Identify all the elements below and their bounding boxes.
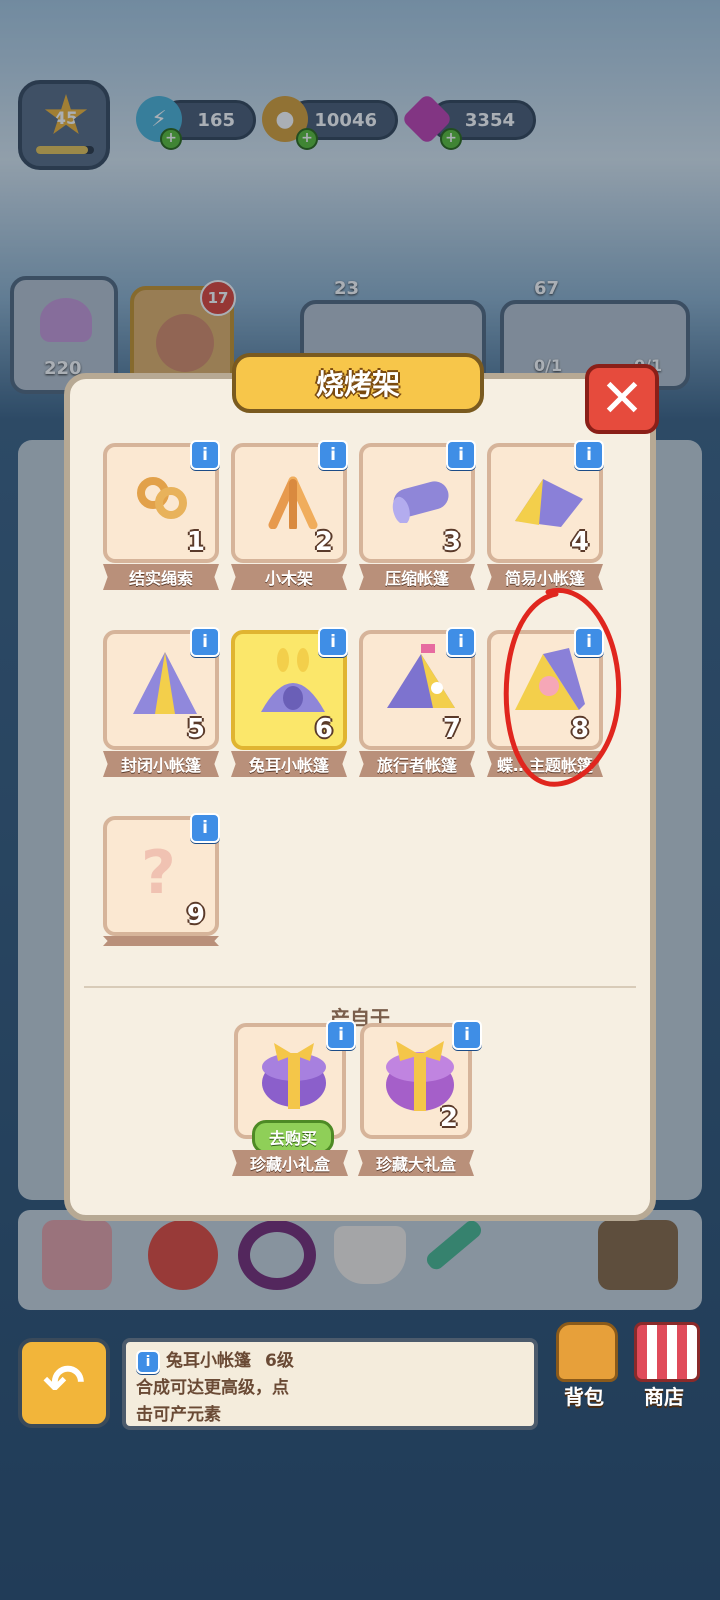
desc-line-1: 合成可达更高级，点 [136, 1378, 289, 1398]
item-name: 兔耳小帐篷 [231, 751, 347, 777]
annotation-circle [503, 587, 622, 787]
item-name [103, 936, 219, 946]
bag-label: 背包 [564, 1385, 604, 1409]
item-description-panel: i 兔耳小帐篷 6级 合成可达更高级，点 击可产元素 [122, 1338, 538, 1430]
close-icon: ✕ [600, 369, 644, 429]
tent-icon [515, 479, 583, 527]
item-level: 7 [442, 714, 461, 744]
wood-frame-icon [268, 476, 318, 529]
info-icon[interactable]: i [452, 1020, 482, 1050]
question-icon: ? [141, 838, 176, 908]
item-level: 5 [186, 714, 205, 744]
buy-button[interactable]: 去购买 [252, 1120, 334, 1154]
item-level: 4 [570, 527, 589, 557]
desc-item-name: 兔耳小帐篷 [166, 1351, 251, 1371]
info-icon[interactable]: i [326, 1020, 356, 1050]
info-icon[interactable]: i [318, 440, 348, 470]
close-button[interactable]: ✕ [585, 364, 659, 434]
item-level: 9 [186, 900, 205, 930]
item-level: 2 [314, 527, 333, 557]
item-level: 2 [439, 1103, 458, 1133]
shop-button[interactable]: 商店 [628, 1320, 700, 1410]
bag-button[interactable]: 背包 [548, 1320, 620, 1410]
item-name: 结实绳索 [103, 564, 219, 590]
info-icon[interactable]: i [446, 440, 476, 470]
shop-icon [634, 1322, 700, 1382]
tent-icon [133, 652, 197, 714]
info-icon[interactable]: i [318, 627, 348, 657]
item-name: 小木架 [231, 564, 347, 590]
backpack-icon [556, 1322, 618, 1382]
info-icon[interactable]: i [446, 627, 476, 657]
info-icon[interactable]: i [190, 440, 220, 470]
modal-title: 烧烤架 [232, 353, 484, 413]
item-level: 3 [442, 527, 461, 557]
info-icon[interactable]: i [574, 440, 604, 470]
source-name: 珍藏大礼盒 [358, 1150, 474, 1176]
source-name: 珍藏小礼盒 [232, 1150, 348, 1176]
back-arrow-icon: ↶ [43, 1354, 85, 1412]
info-icon[interactable]: i [190, 627, 220, 657]
back-button[interactable]: ↶ [18, 1338, 110, 1428]
info-icon[interactable]: i [136, 1349, 160, 1374]
item-name: 封闭小帐篷 [103, 751, 219, 777]
rope-icon [137, 477, 187, 519]
source-section-title: 产自于 [330, 1006, 390, 1030]
info-icon[interactable]: i [190, 813, 220, 843]
item-level: 6 [314, 714, 333, 744]
shop-label: 商店 [644, 1385, 684, 1409]
gift-box-icon [262, 1043, 326, 1109]
item-name: 旅行者帐篷 [359, 751, 475, 777]
section-divider [84, 986, 636, 988]
desc-item-level: 6级 [265, 1351, 294, 1371]
item-name: 压缩帐篷 [359, 564, 475, 590]
item-level: 1 [186, 527, 205, 557]
desc-line-2: 击可产元素 [136, 1405, 221, 1425]
rolled-tent-icon [392, 481, 449, 523]
